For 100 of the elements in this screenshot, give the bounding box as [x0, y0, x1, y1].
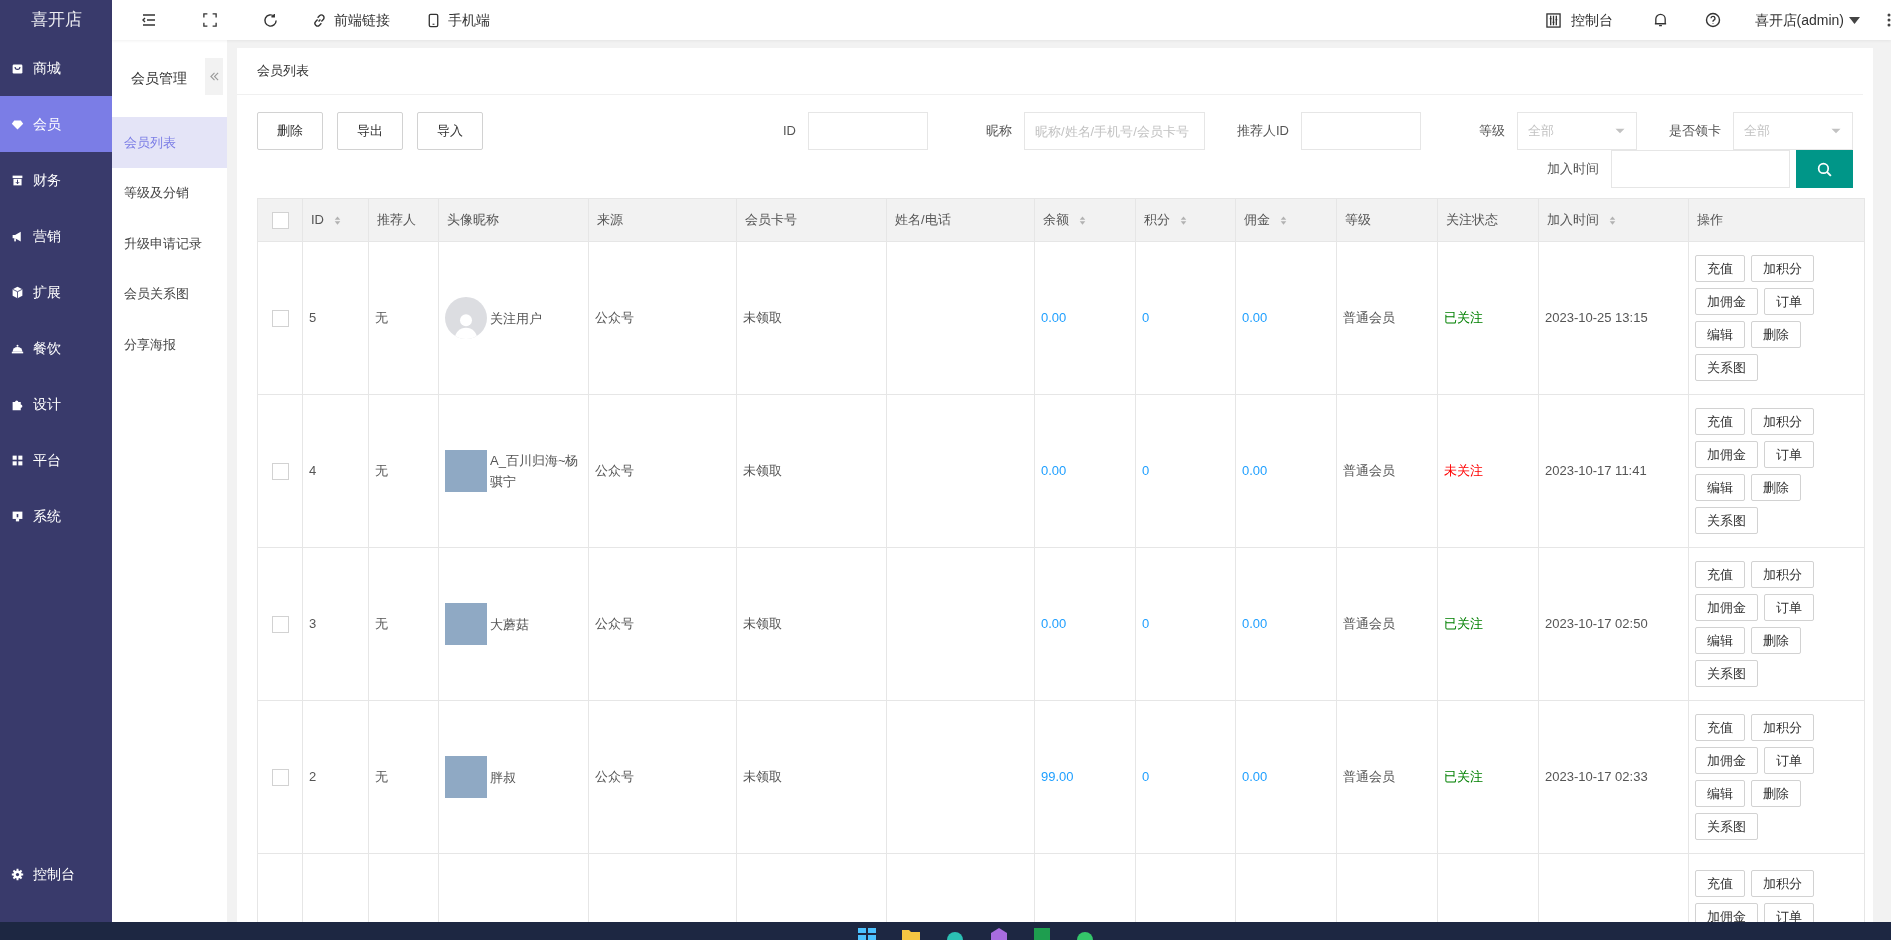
action-button[interactable]: 订单: [1764, 594, 1814, 621]
hexagon-app-icon[interactable]: [989, 928, 1008, 940]
row-checkbox[interactable]: [271, 769, 289, 787]
column-header: 关注状态: [1446, 211, 1498, 230]
row-checkbox[interactable]: [271, 463, 289, 481]
toolbar-button[interactable]: 导入: [417, 112, 483, 150]
sort-icon: [332, 214, 343, 226]
action-button[interactable]: 加积分: [1751, 714, 1814, 741]
action-button[interactable]: 订单: [1764, 903, 1814, 922]
table-cell: 普通会员: [1343, 463, 1395, 479]
header-cell[interactable]: 加入时间: [1538, 198, 1689, 242]
action-button[interactable]: 关系图: [1695, 813, 1758, 840]
row-checkbox[interactable]: [271, 310, 289, 328]
table-cell: 2023-10-17 02:50: [1545, 616, 1648, 632]
action-button[interactable]: 删除: [1751, 321, 1801, 348]
fullscreen-icon[interactable]: [203, 13, 217, 27]
double-chevron-icon: [209, 72, 219, 81]
action-button[interactable]: 删除: [1751, 780, 1801, 807]
header-cell[interactable]: ID: [302, 198, 369, 242]
table-cell: 3: [309, 616, 317, 632]
action-button[interactable]: 加佣金: [1695, 288, 1758, 315]
mobile-link[interactable]: 手机端: [426, 9, 490, 31]
table-cell: 无: [375, 463, 388, 479]
user-menu[interactable]: 喜开店(admin): [1754, 9, 1860, 31]
action-button[interactable]: 编辑: [1695, 321, 1745, 348]
action-button[interactable]: 充值: [1695, 714, 1745, 741]
toolbar-button[interactable]: 导出: [337, 112, 403, 150]
square-app-icon[interactable]: [1033, 928, 1050, 940]
input-field[interactable]: [1611, 150, 1790, 188]
action-button[interactable]: 关系图: [1695, 507, 1758, 534]
sliders-icon: [1545, 12, 1561, 28]
action-button[interactable]: 关系图: [1695, 660, 1758, 687]
action-button[interactable]: 加积分: [1751, 870, 1814, 897]
diamond-icon: [11, 117, 24, 131]
action-button[interactable]: 删除: [1751, 627, 1801, 654]
header-cell[interactable]: 佣金: [1235, 198, 1337, 242]
refresh-icon[interactable]: [263, 12, 278, 28]
action-button[interactable]: 加积分: [1751, 255, 1814, 282]
header-cell[interactable]: 余额: [1034, 198, 1136, 242]
bell-icon[interactable]: [1652, 12, 1668, 28]
console-link[interactable]: 控制台: [1545, 9, 1613, 31]
sidebar-item[interactable]: 控制台: [0, 846, 112, 902]
filter-label: ID: [782, 122, 797, 141]
action-button[interactable]: 加佣金: [1695, 594, 1758, 621]
filter-label: 是否领卡: [1668, 122, 1722, 141]
archive-icon: [11, 173, 24, 187]
table-cell: 未领取: [743, 616, 782, 632]
submenu-item[interactable]: 会员关系图: [112, 268, 227, 319]
folder-icon[interactable]: [901, 928, 920, 940]
action-button[interactable]: 编辑: [1695, 474, 1745, 501]
table-cell: 普通会员: [1343, 616, 1395, 632]
action-button[interactable]: 充值: [1695, 870, 1745, 897]
table-cell: 无: [375, 616, 388, 632]
action-button[interactable]: 加积分: [1751, 408, 1814, 435]
action-button[interactable]: 加佣金: [1695, 441, 1758, 468]
action-button[interactable]: 订单: [1764, 747, 1814, 774]
table-cell: 0.00: [1041, 310, 1067, 326]
column-header: ID: [311, 211, 324, 230]
action-button[interactable]: 加佣金: [1695, 903, 1758, 922]
action-button[interactable]: 充值: [1695, 561, 1745, 588]
action-button[interactable]: 订单: [1764, 441, 1814, 468]
gear-icon: [11, 867, 24, 881]
table-cell: 普通会员: [1343, 310, 1395, 326]
input-field[interactable]: [808, 112, 928, 150]
windows-icon[interactable]: [857, 928, 876, 940]
action-button[interactable]: 订单: [1764, 288, 1814, 315]
action-button[interactable]: 充值: [1695, 255, 1745, 282]
select-all-checkbox[interactable]: [271, 212, 289, 230]
table-cell: 普通会员: [1343, 769, 1395, 785]
action-button[interactable]: 加积分: [1751, 561, 1814, 588]
nickname: 大蘑菇: [490, 615, 529, 634]
table-cell: 5: [309, 310, 317, 326]
submenu-item[interactable]: 分享海报: [112, 319, 227, 370]
row-checkbox[interactable]: [271, 616, 289, 634]
action-button[interactable]: 关系图: [1695, 354, 1758, 381]
search-button[interactable]: [1796, 150, 1853, 188]
submenu-item[interactable]: 升级申请记录: [112, 218, 227, 269]
submenu-item[interactable]: 等级及分销: [112, 167, 227, 218]
nickname: A_百川归海~杨骐宁: [490, 452, 580, 491]
input-field[interactable]: [1301, 112, 1421, 150]
submenu-title: 会员管理: [131, 69, 187, 88]
frontend-link[interactable]: 前端链接: [312, 9, 390, 31]
sidebar-item[interactable]: 会员: [0, 96, 112, 152]
toolbar-button[interactable]: 删除: [257, 112, 323, 150]
action-button[interactable]: 充值: [1695, 408, 1745, 435]
more-icon[interactable]: [1887, 13, 1891, 27]
sort-icon: [1607, 214, 1618, 226]
menu-indent-icon[interactable]: [141, 12, 157, 28]
action-button[interactable]: 编辑: [1695, 627, 1745, 654]
action-button[interactable]: 编辑: [1695, 780, 1745, 807]
app-logo: 喜开店: [30, 9, 82, 32]
header-cell[interactable]: 积分: [1135, 198, 1236, 242]
search-icon: [1816, 160, 1833, 178]
table-cell: 0.00: [1242, 769, 1268, 785]
column-header: 推荐人: [377, 211, 416, 230]
phone-icon: [426, 12, 441, 28]
action-button[interactable]: 加佣金: [1695, 747, 1758, 774]
table-cell: 无: [375, 769, 388, 785]
help-icon[interactable]: [1704, 12, 1721, 28]
action-button[interactable]: 删除: [1751, 474, 1801, 501]
